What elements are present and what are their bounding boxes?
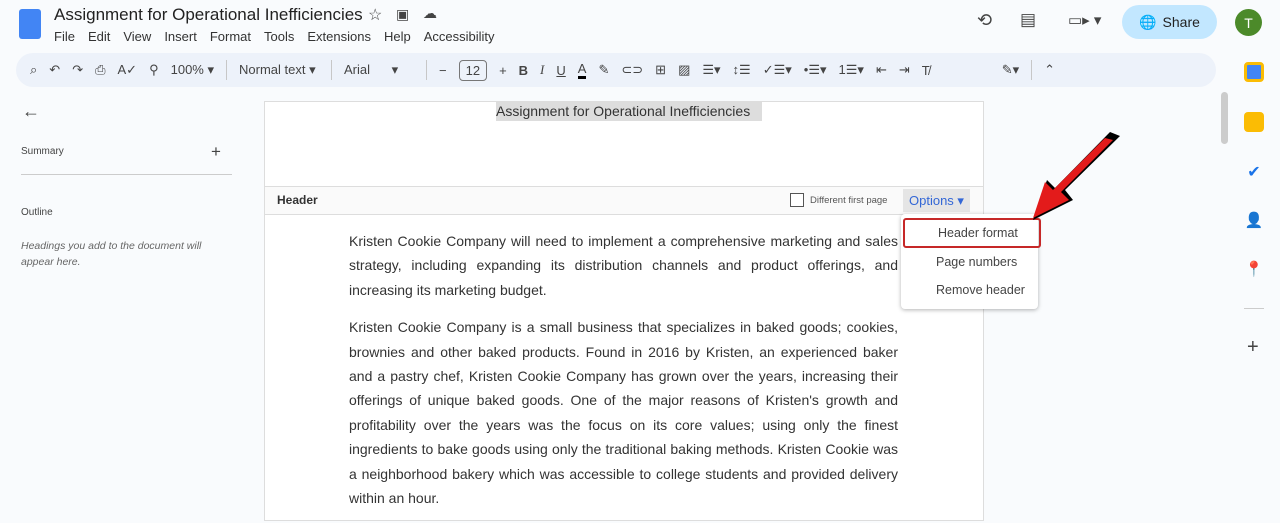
decrease-indent-icon[interactable]: ⇤ bbox=[876, 62, 887, 78]
font-size-input[interactable]: 12 bbox=[458, 59, 488, 81]
divider bbox=[21, 174, 232, 175]
link-icon[interactable]: ⊂⊃ bbox=[621, 62, 643, 78]
text-color-icon[interactable]: A bbox=[577, 61, 587, 79]
different-first-page-checkbox[interactable] bbox=[790, 193, 804, 207]
menu-item-remove-header[interactable]: Remove header bbox=[901, 276, 1038, 304]
spellcheck-icon[interactable]: A✓ bbox=[118, 62, 138, 78]
redo-icon[interactable]: ↷ bbox=[72, 62, 83, 78]
maps-icon[interactable]: 📍 bbox=[1244, 260, 1264, 280]
clear-formatting-icon[interactable]: T̸ bbox=[922, 63, 930, 78]
options-menu: Header format Page numbers Remove header bbox=[901, 214, 1041, 309]
avatar[interactable]: T bbox=[1235, 9, 1262, 36]
star-icon[interactable]: ☆ bbox=[368, 5, 382, 25]
underline-button[interactable]: U bbox=[556, 63, 565, 78]
menu-accessibility[interactable]: Accessibility bbox=[424, 29, 495, 44]
toolbar: ⌕ ↶ ↷ ⎙ A✓ ⚲ 100% ▾ Normal text ▾ Arial … bbox=[16, 53, 1216, 87]
print-icon[interactable]: ⎙ bbox=[95, 62, 105, 78]
docs-logo[interactable] bbox=[19, 9, 41, 39]
menu-file[interactable]: File bbox=[54, 29, 75, 44]
header-label: Header bbox=[277, 193, 318, 207]
header-text[interactable]: Assignment for Operational Inefficiencie… bbox=[496, 102, 763, 121]
menu-edit[interactable]: Edit bbox=[88, 29, 110, 44]
menu-view[interactable]: View bbox=[123, 29, 151, 44]
italic-button[interactable]: I bbox=[540, 62, 544, 78]
bullet-list-icon[interactable]: •☰▾ bbox=[804, 62, 827, 78]
divider bbox=[226, 60, 227, 80]
options-button[interactable]: Options ▾ bbox=[903, 189, 970, 212]
globe-icon: 🌐 bbox=[1139, 13, 1157, 30]
paragraph: Kristen Cookie Company will need to impl… bbox=[349, 233, 898, 298]
divider bbox=[1031, 60, 1033, 80]
increase-indent-icon[interactable]: ⇥ bbox=[899, 62, 910, 78]
image-icon[interactable]: ▨ bbox=[678, 62, 690, 78]
decrease-font-button[interactable]: − bbox=[439, 63, 447, 78]
different-first-page-label: Different first page bbox=[810, 195, 888, 206]
search-icon[interactable]: ⌕ bbox=[30, 62, 37, 78]
zoom-select[interactable]: 100% ▾ bbox=[171, 62, 214, 78]
divider bbox=[1244, 308, 1264, 309]
menu-bar: File Edit View Insert Format Tools Exten… bbox=[54, 29, 495, 44]
highlight-icon[interactable]: ✎ bbox=[598, 62, 609, 78]
document-body[interactable]: Kristen Cookie Company will need to impl… bbox=[349, 229, 898, 523]
tasks-icon[interactable]: ✔ bbox=[1244, 162, 1264, 182]
editing-mode-icon[interactable]: ✎▾ bbox=[1002, 62, 1019, 78]
add-summary-icon[interactable]: + bbox=[211, 142, 221, 162]
comments-icon[interactable]: ▤ bbox=[1020, 10, 1036, 30]
red-arrow-annotation bbox=[1033, 132, 1120, 220]
menu-item-header-format[interactable]: Header format bbox=[903, 218, 1041, 248]
style-select[interactable]: Normal text ▾ bbox=[239, 62, 319, 78]
undo-icon[interactable]: ↶ bbox=[49, 62, 60, 78]
scrollbar[interactable] bbox=[1221, 92, 1228, 144]
outline-label: Outline bbox=[21, 207, 53, 218]
paint-format-icon[interactable]: ⚲ bbox=[149, 62, 159, 78]
menu-format[interactable]: Format bbox=[210, 29, 251, 44]
summary-label: Summary bbox=[21, 146, 64, 157]
comment-add-icon[interactable]: ⊞ bbox=[655, 62, 666, 78]
increase-font-button[interactable]: + bbox=[499, 63, 507, 78]
back-arrow-icon[interactable]: ← bbox=[22, 101, 40, 122]
menu-help[interactable]: Help bbox=[384, 29, 411, 44]
contacts-icon[interactable]: 👤 bbox=[1244, 211, 1264, 231]
meet-icon[interactable]: ▭▸ ▾ bbox=[1068, 11, 1101, 29]
divider bbox=[331, 60, 332, 80]
bold-button[interactable]: B bbox=[519, 63, 528, 78]
menu-item-page-numbers[interactable]: Page numbers bbox=[901, 248, 1038, 276]
checklist-icon[interactable]: ✓☰▾ bbox=[763, 62, 792, 78]
menu-insert[interactable]: Insert bbox=[164, 29, 197, 44]
font-select[interactable]: Arial ▾ bbox=[344, 62, 414, 78]
collapse-menus-icon[interactable]: ⌃ bbox=[1044, 62, 1055, 78]
keep-icon[interactable] bbox=[1244, 112, 1264, 132]
version-history-icon[interactable]: ⟲ bbox=[977, 10, 992, 31]
outline-hint: Headings you add to the document will ap… bbox=[21, 240, 202, 268]
paragraph: Kristen Cookie Company is a small busine… bbox=[349, 319, 898, 507]
add-addon-icon[interactable]: + bbox=[1247, 336, 1259, 359]
menu-tools[interactable]: Tools bbox=[264, 29, 294, 44]
line-spacing-icon[interactable]: ↕☰ bbox=[733, 62, 751, 78]
share-button[interactable]: 🌐 Share bbox=[1122, 5, 1217, 39]
divider bbox=[426, 60, 427, 80]
document-title[interactable]: Assignment for Operational Inefficiencie… bbox=[54, 5, 363, 25]
calendar-icon[interactable] bbox=[1244, 62, 1264, 82]
align-icon[interactable]: ☰▾ bbox=[702, 62, 720, 78]
cloud-status-icon[interactable]: ☁ bbox=[423, 5, 437, 22]
numbered-list-icon[interactable]: 1☰▾ bbox=[839, 62, 864, 78]
menu-extensions[interactable]: Extensions bbox=[307, 29, 371, 44]
move-folder-icon[interactable]: ▣ bbox=[396, 6, 409, 23]
